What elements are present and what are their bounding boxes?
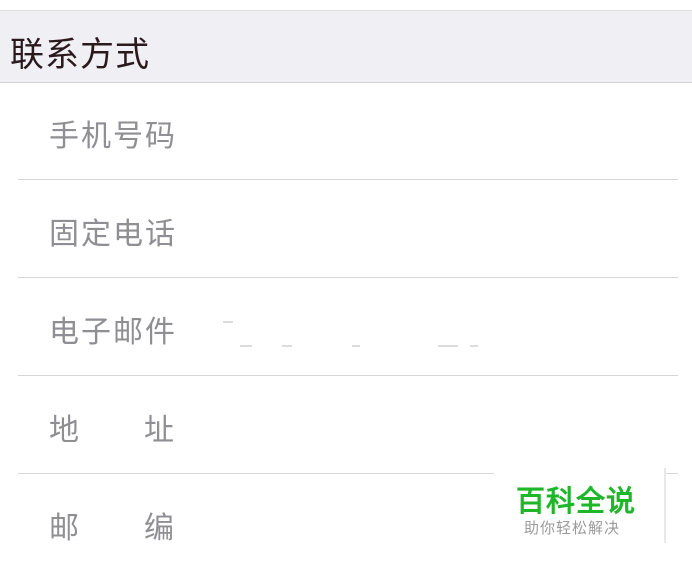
field-row-mobile[interactable]: 手机号码 (18, 83, 678, 180)
field-label-mobile: 手机号码 (49, 119, 177, 154)
email-input[interactable] (218, 279, 658, 376)
watermark-edge (664, 468, 666, 543)
field-label-postcode-part2: 编 (144, 511, 174, 546)
watermark-logo: 百科全说 助你轻松解决 (494, 468, 664, 548)
field-label-postcode-part1: 邮 (49, 511, 79, 546)
landline-input[interactable] (218, 181, 658, 278)
redaction-mark (470, 345, 478, 347)
top-strip (0, 0, 692, 10)
section-header: 联系方式 (0, 10, 692, 83)
field-label-address: 地址 (49, 405, 174, 449)
redaction-mark (223, 321, 233, 323)
field-row-landline[interactable]: 固定电话 (18, 181, 678, 278)
address-input[interactable] (218, 377, 658, 474)
mobile-input[interactable] (218, 83, 658, 180)
redaction-mark (282, 345, 292, 347)
field-label-postcode: 邮编 (49, 503, 174, 547)
section-title: 联系方式 (10, 35, 150, 75)
field-row-address[interactable]: 地址 (18, 377, 678, 474)
field-label-landline: 固定电话 (49, 217, 177, 252)
watermark-subtitle: 助你轻松解决 (524, 519, 621, 537)
watermark-title: 百科全说 (516, 484, 637, 518)
field-label-address-part2: 址 (144, 413, 174, 448)
field-row-email[interactable]: 电子邮件 (18, 279, 678, 376)
redaction-mark (240, 345, 252, 347)
field-label-address-part1: 地 (49, 413, 79, 448)
field-label-email: 电子邮件 (49, 315, 177, 350)
redaction-mark (438, 345, 458, 347)
redaction-mark (352, 345, 360, 347)
